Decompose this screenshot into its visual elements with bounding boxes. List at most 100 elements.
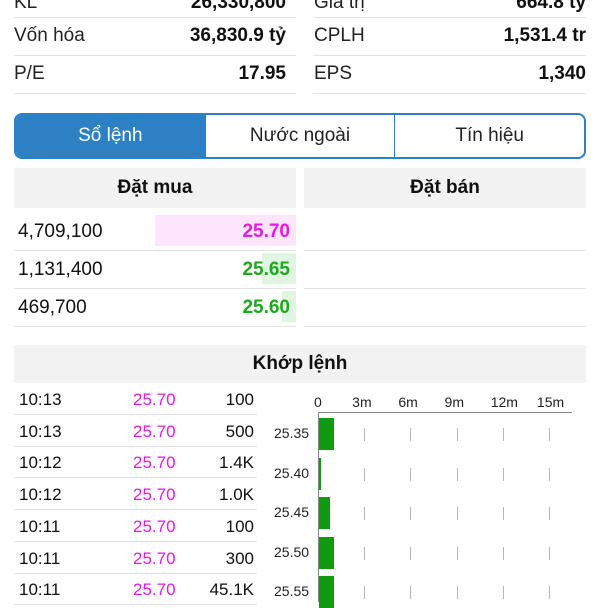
trade-price: 25.70 xyxy=(133,390,176,409)
divider xyxy=(14,509,257,510)
stat-value-pe: 17.95 xyxy=(238,63,286,84)
volume-bar xyxy=(319,418,334,450)
trade-time: 10:11 xyxy=(19,580,61,599)
x-axis xyxy=(318,412,572,413)
grid-tick xyxy=(457,467,458,481)
grid-tick xyxy=(549,586,550,599)
stat-value-market-cap: 36,830.9 tỷ xyxy=(189,25,286,46)
divider xyxy=(14,604,257,605)
grid-tick xyxy=(457,428,458,441)
divider xyxy=(14,541,257,542)
stat-label-eps: EPS xyxy=(314,63,353,84)
grid-tick xyxy=(549,467,550,481)
tab-foreign[interactable]: Nước ngoài xyxy=(204,115,395,157)
volume-bar xyxy=(319,497,330,529)
x-tick-label: 15m xyxy=(536,394,565,410)
divider xyxy=(314,93,586,94)
divider xyxy=(14,477,257,478)
trade-price: 25.70 xyxy=(133,517,176,536)
volume-bar xyxy=(319,457,322,490)
bid-price: 25.65 xyxy=(242,259,290,280)
grid-tick xyxy=(549,546,550,560)
bid-price: 25.60 xyxy=(242,297,290,318)
x-tick-label: 6m xyxy=(398,394,418,410)
trade-price: 25.70 xyxy=(133,485,176,504)
bid-volume: 1,131,400 xyxy=(18,259,103,280)
trade-time: 10:12 xyxy=(19,485,62,504)
stat-label-volume: KL xyxy=(14,0,38,13)
buy-header: Đặt mua xyxy=(14,168,296,208)
x-tick-label: 3m xyxy=(352,394,372,410)
tab-signals[interactable]: Tín hiệu xyxy=(394,115,584,157)
divider xyxy=(314,55,586,56)
stat-value-outstanding: 1,531.4 tr xyxy=(503,25,586,46)
stat-label-value: Giá trị xyxy=(314,0,365,13)
trade-volume: 1.0K xyxy=(219,485,254,504)
segmented-tabs: Sổ lệnh Nước ngoài Tín hiệu xyxy=(14,113,586,159)
x-tick-label: 0 xyxy=(314,394,322,410)
trade-volume: 45.1K xyxy=(209,580,254,599)
grid-tick xyxy=(549,507,550,520)
trade-price: 25.70 xyxy=(133,422,176,441)
stat-label-outstanding: CPLH xyxy=(314,25,365,46)
stat-label-pe: P/E xyxy=(14,63,45,84)
grid-tick xyxy=(503,546,504,560)
divider xyxy=(14,446,257,447)
grid-tick xyxy=(549,428,550,441)
divider xyxy=(14,93,296,94)
trade-time: 10:13 xyxy=(19,422,62,441)
grid-tick xyxy=(410,546,411,560)
trade-time: 10:11 xyxy=(19,517,61,536)
bid-price: 25.70 xyxy=(242,221,290,242)
divider xyxy=(304,288,586,289)
volume-bar xyxy=(319,536,334,569)
divider xyxy=(304,250,586,251)
grid-tick xyxy=(503,467,504,481)
y-tick-label: 25.35 xyxy=(274,425,310,441)
divider xyxy=(14,288,296,289)
grid-tick xyxy=(364,507,365,520)
trade-volume: 300 xyxy=(225,549,254,568)
y-tick-label: 25.45 xyxy=(274,504,310,520)
stat-value-value: 664.8 tỷ xyxy=(516,0,586,13)
bid-volume: 469,700 xyxy=(18,297,87,318)
grid-tick xyxy=(410,507,411,520)
x-tick-label: 9m xyxy=(444,394,464,410)
divider xyxy=(314,17,586,18)
matched-header: Khớp lệnh xyxy=(14,345,586,383)
divider xyxy=(14,326,296,327)
trade-price: 25.70 xyxy=(133,549,176,568)
divider xyxy=(14,250,296,251)
trade-price: 25.70 xyxy=(133,453,176,472)
trade-price: 25.70 xyxy=(133,580,176,599)
grid-tick xyxy=(503,428,504,441)
divider xyxy=(14,573,257,574)
grid-tick xyxy=(503,586,504,599)
trade-volume: 500 xyxy=(225,422,254,441)
trade-time: 10:13 xyxy=(19,390,62,409)
volume-bar xyxy=(319,576,334,608)
x-tick-label: 12m xyxy=(490,394,518,410)
stat-value-eps: 1,340 xyxy=(538,63,586,84)
y-tick-label: 25.50 xyxy=(274,543,310,560)
grid-tick xyxy=(503,507,504,520)
stat-value-volume: 26,330,800 xyxy=(190,0,286,13)
divider xyxy=(304,326,586,327)
tab-order-book[interactable]: Sổ lệnh xyxy=(16,115,205,157)
trade-time: 10:12 xyxy=(19,453,62,472)
y-tick-label: 25.55 xyxy=(274,583,310,599)
divider xyxy=(14,55,296,56)
trade-volume: 100 xyxy=(225,390,254,409)
grid-tick xyxy=(364,428,365,441)
y-tick-label: 25.40 xyxy=(274,464,310,481)
sell-header: Đặt bán xyxy=(304,168,586,208)
grid-tick xyxy=(410,586,411,599)
trade-volume: 100 xyxy=(225,517,254,536)
grid-tick xyxy=(457,507,458,520)
trade-time: 10:11 xyxy=(19,549,61,568)
trade-volume: 1.4K xyxy=(219,453,254,472)
grid-tick xyxy=(364,546,365,560)
grid-tick xyxy=(410,428,411,441)
grid-tick xyxy=(457,546,458,560)
grid-tick xyxy=(457,586,458,599)
